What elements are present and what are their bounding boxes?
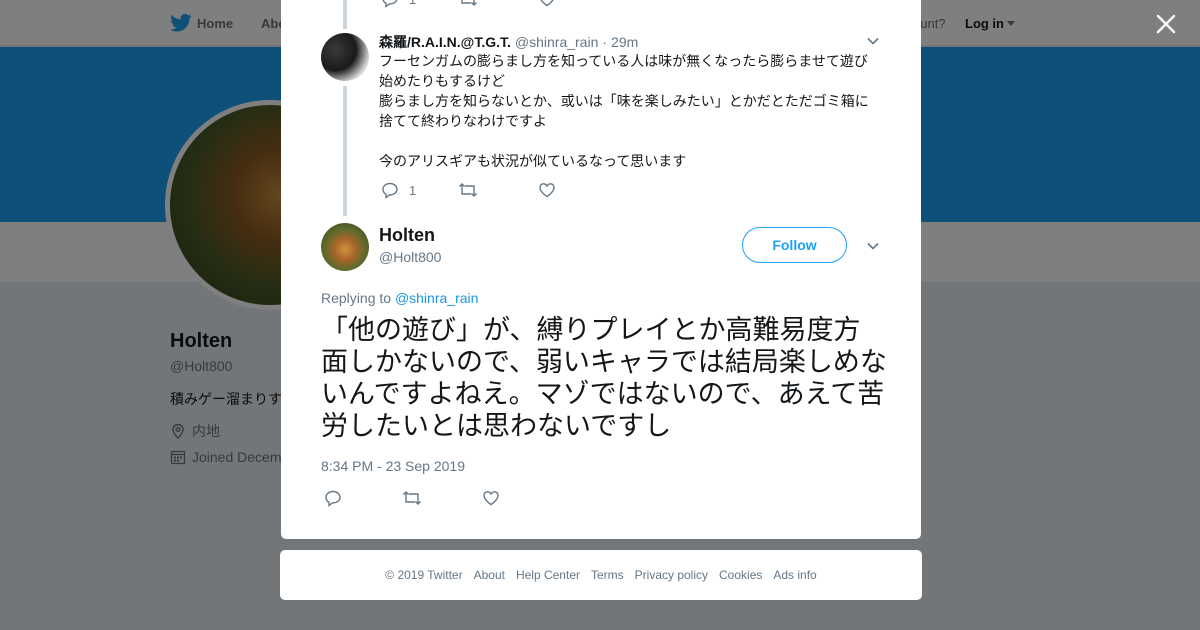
footer-link-terms[interactable]: Terms	[591, 568, 624, 582]
like-icon	[539, 183, 555, 198]
like-action[interactable]	[538, 0, 556, 8]
footer-link-cookies[interactable]: Cookies	[719, 568, 762, 582]
reply-line	[379, 131, 879, 151]
reply-icon	[382, 182, 398, 199]
reply-line: 膨らまし方を知らないとか、或いは「味を楽しみたい」とかだとただゴミ箱に	[379, 93, 869, 109]
reply-tweet-header: 森羅/R.A.I.N.@T.G.T. @shinra_rain · 29m	[379, 32, 638, 52]
chevron-down-icon[interactable]	[866, 36, 880, 46]
reply-action[interactable]: 1	[381, 0, 416, 8]
main-tweet-actions	[324, 489, 500, 507]
reply-line: フーセンガムの膨らまし方を知っている人は味が無くなったら膨らませて遊び	[379, 53, 868, 69]
close-icon[interactable]	[1155, 13, 1177, 35]
retweet-icon	[461, 0, 478, 6]
reply-tweet-actions: 1	[381, 181, 556, 199]
reply-count: 1	[409, 182, 417, 198]
reply-count: 1	[409, 0, 416, 7]
reply-author-name[interactable]: 森羅/R.A.I.N.@T.G.T.	[379, 32, 511, 52]
previous-tweet-actions: 1	[381, 0, 556, 8]
main-tweet-timestamp[interactable]: 8:34 PM - 23 Sep 2019	[321, 458, 465, 474]
retweet-action[interactable]	[402, 489, 422, 507]
reply-line: 始めたりもするけど	[379, 73, 505, 89]
reply-author-handle[interactable]: @shinra_rain	[515, 34, 598, 50]
footer-link-about[interactable]: About	[474, 568, 505, 582]
reply-tweet-body: フーセンガムの膨らまし方を知っている人は味が無くなったら膨らませて遊び 始めたり…	[379, 51, 879, 171]
reply-action[interactable]	[324, 489, 342, 507]
reply-action[interactable]: 1	[381, 181, 416, 199]
main-author-handle[interactable]: @Holt800	[379, 249, 441, 265]
main-tweet-text: 「他の遊び」が、縛りプレイとか高難易度方面しかないので、弱いキャラでは結局楽しめ…	[321, 315, 887, 442]
reply-line: 捨てて終わりなわけですよ	[379, 113, 547, 129]
replying-to-mention[interactable]: @shinra_rain	[395, 290, 478, 306]
retweet-icon	[403, 491, 421, 505]
retweet-action[interactable]	[458, 0, 478, 8]
like-icon	[540, 0, 554, 7]
header-separator: ·	[602, 34, 608, 50]
tweet-permalink-modal: 1 森羅/R.A.I.N.@T.G.T. @shinra_rain · 29m …	[281, 0, 921, 539]
footer-link-privacy[interactable]: Privacy policy	[635, 568, 708, 582]
thread-line-top	[343, 0, 347, 29]
reply-tweet-time[interactable]: 29m	[611, 34, 638, 50]
reply-author-avatar[interactable]	[321, 33, 369, 81]
modal-footer: © 2019 Twitter About Help Center Terms P…	[280, 550, 922, 600]
thread-line-conversation	[343, 86, 347, 216]
like-action[interactable]	[482, 489, 500, 507]
follow-button[interactable]: Follow	[742, 227, 847, 263]
replying-to-label: Replying to	[321, 290, 392, 306]
reply-icon	[382, 0, 398, 8]
reply-line: 今のアリスギアも状況が似ているなって思います	[379, 153, 687, 169]
retweet-icon	[459, 183, 478, 197]
like-icon	[483, 491, 499, 506]
footer-link-help-center[interactable]: Help Center	[516, 568, 580, 582]
main-author-name[interactable]: Holten	[379, 225, 435, 246]
footer-copyright: © 2019 Twitter	[385, 568, 463, 582]
replying-to: Replying to @shinra_rain	[321, 290, 478, 306]
retweet-action[interactable]	[458, 181, 478, 199]
main-author-avatar[interactable]	[321, 223, 369, 271]
chevron-down-icon[interactable]	[866, 241, 880, 251]
like-action[interactable]	[538, 181, 556, 199]
reply-icon	[325, 490, 341, 507]
footer-link-ads-info[interactable]: Ads info	[773, 568, 816, 582]
